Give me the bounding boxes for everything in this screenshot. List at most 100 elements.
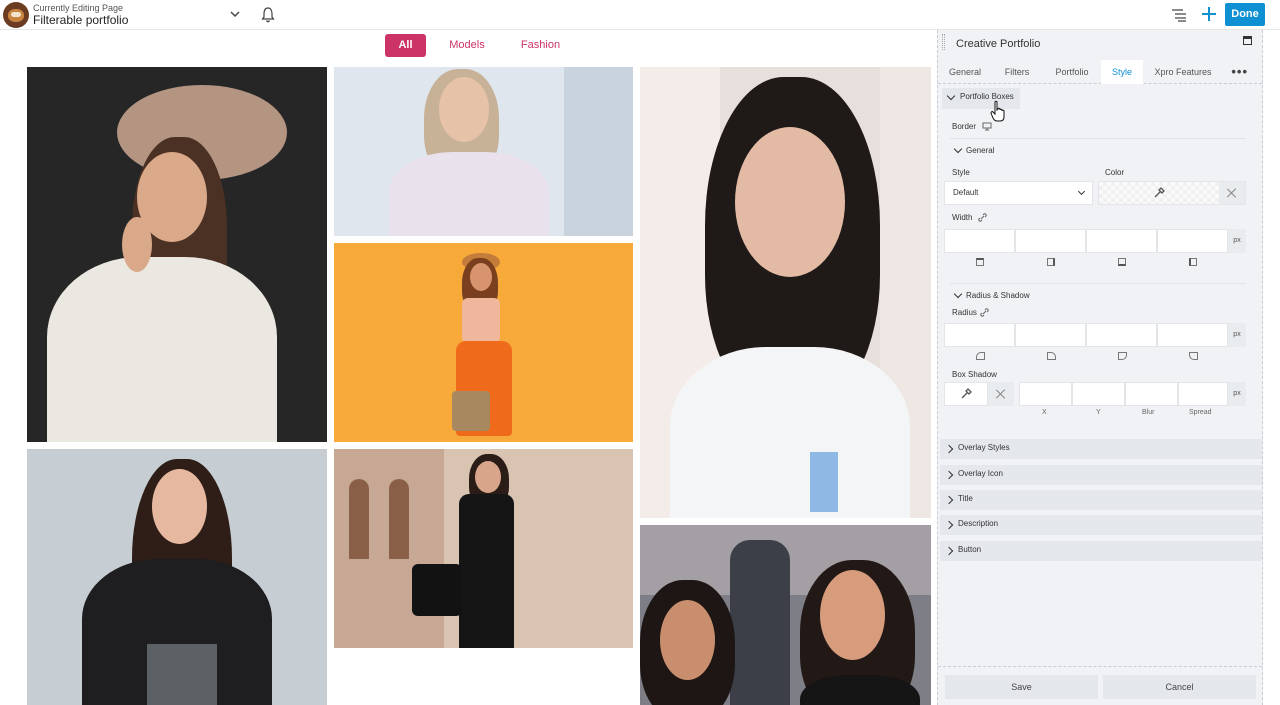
radius-top-right-input[interactable] <box>1015 323 1086 347</box>
radius-top-left-input[interactable] <box>944 323 1015 347</box>
beaver-logo-icon[interactable] <box>3 2 29 28</box>
close-icon <box>996 389 1006 399</box>
portfolio-image[interactable] <box>640 67 931 518</box>
border-top-icon <box>976 258 984 266</box>
top-bar: Currently Editing Page Filterable portfo… <box>0 0 1280 30</box>
portfolio-image[interactable] <box>27 449 327 705</box>
corner-bottom-left-icon <box>1189 352 1198 360</box>
tab-general[interactable]: General <box>944 60 986 84</box>
editing-label: Currently Editing Page <box>33 3 124 13</box>
radius-label: Radius <box>952 308 977 317</box>
minimize-icon[interactable] <box>1243 36 1252 45</box>
section-label: Overlay Icon <box>958 469 1003 478</box>
caret-right-icon <box>944 470 954 480</box>
color-label: Color <box>1105 168 1125 177</box>
width-label: Width <box>952 213 973 222</box>
style-label: Style <box>952 168 970 177</box>
portfolio-image[interactable] <box>334 243 633 442</box>
tab-filters[interactable]: Filters <box>998 60 1036 84</box>
unit-label[interactable]: px <box>1228 323 1246 347</box>
caret-right-icon <box>944 495 954 505</box>
section-portfolio-boxes[interactable]: Portfolio Boxes <box>942 88 1020 109</box>
link-icon[interactable] <box>980 308 989 317</box>
corner-bottom-right-icon <box>1118 352 1127 360</box>
shadow-blur-label: Blur <box>1142 409 1155 416</box>
more-options-icon[interactable]: ••• <box>1231 64 1248 79</box>
shadow-x-label: X <box>1042 409 1047 416</box>
select-value: Default <box>953 188 979 197</box>
border-right-icon <box>1047 258 1055 266</box>
caret-right-icon <box>944 520 954 530</box>
section-label: Button <box>958 545 982 554</box>
box-shadow-label: Box Shadow <box>952 370 997 379</box>
caret-down-icon <box>946 91 956 101</box>
shadow-y-input[interactable] <box>1072 382 1125 406</box>
shadow-spread-label: Spread <box>1189 409 1212 416</box>
border-width-top-input[interactable] <box>944 229 1015 253</box>
filter-fashion[interactable]: Fashion <box>512 34 569 57</box>
eyedropper-icon[interactable] <box>960 388 972 400</box>
outline-icon[interactable] <box>1171 8 1187 22</box>
radius-bottom-right-input[interactable] <box>1086 323 1157 347</box>
portfolio-image[interactable] <box>334 449 633 648</box>
border-width-bottom-input[interactable] <box>1086 229 1157 253</box>
border-style-select[interactable]: Default <box>944 181 1093 205</box>
corner-top-right-icon <box>1047 352 1056 360</box>
clear-color-button[interactable] <box>1219 182 1245 204</box>
bell-icon[interactable] <box>261 7 275 23</box>
save-button[interactable]: Save <box>945 675 1098 699</box>
border-width-left-input[interactable] <box>1157 229 1228 253</box>
portfolio-image[interactable] <box>334 67 633 236</box>
panel-title: Creative Portfolio <box>956 38 1041 50</box>
panel-tabs: General Filters Portfolio Style Xpro Fea… <box>938 60 1262 84</box>
portfolio-image[interactable] <box>27 67 327 442</box>
tab-style[interactable]: Style <box>1101 60 1143 84</box>
radius-bottom-left-input[interactable] <box>1157 323 1228 347</box>
filter-all[interactable]: All <box>385 34 426 57</box>
drag-handle-icon[interactable] <box>942 34 945 50</box>
filter-models[interactable]: Models <box>441 34 493 57</box>
unit-label[interactable]: px <box>1228 229 1246 253</box>
divider <box>938 666 1262 667</box>
page-selector[interactable]: Currently Editing Page Filterable portfo… <box>33 3 128 27</box>
eyedropper-icon[interactable] <box>1153 187 1165 199</box>
shadow-y-label: Y <box>1096 409 1101 416</box>
link-icon[interactable] <box>978 213 987 222</box>
unit-label[interactable]: px <box>1228 382 1246 406</box>
section-button[interactable]: Button <box>940 541 1262 562</box>
border-bottom-icon <box>1118 258 1126 266</box>
divider <box>950 283 1246 284</box>
caret-down-icon[interactable] <box>953 289 963 299</box>
shadow-color-picker[interactable] <box>944 382 988 406</box>
cancel-button[interactable]: Cancel <box>1103 675 1256 699</box>
shadow-spread-input[interactable] <box>1178 382 1228 406</box>
shadow-x-input[interactable] <box>1019 382 1072 406</box>
monitor-icon[interactable] <box>982 122 992 131</box>
general-subsection-label: General <box>966 146 995 155</box>
border-width-right-input[interactable] <box>1015 229 1086 253</box>
caret-right-icon <box>944 444 954 454</box>
clear-shadow-color-button[interactable] <box>988 382 1014 406</box>
hand-cursor-icon <box>990 100 1005 122</box>
section-overlay-styles[interactable]: Overlay Styles <box>940 439 1262 460</box>
section-overlay-icon[interactable]: Overlay Icon <box>940 465 1262 486</box>
tab-portfolio[interactable]: Portfolio <box>1050 60 1094 84</box>
corner-top-left-icon <box>976 352 985 360</box>
tab-xpro-features[interactable]: Xpro Features <box>1152 60 1214 84</box>
chevron-down-icon[interactable] <box>229 8 241 20</box>
add-icon[interactable] <box>1201 6 1217 22</box>
portfolio-image[interactable] <box>640 525 931 705</box>
page-title: Filterable portfolio <box>33 13 129 27</box>
border-left-icon <box>1189 258 1197 266</box>
divider <box>950 138 1246 139</box>
section-title[interactable]: Title <box>940 490 1262 511</box>
chevron-down-icon <box>1077 187 1086 196</box>
radius-shadow-subsection-label: Radius & Shadow <box>966 291 1030 300</box>
shadow-blur-input[interactable] <box>1125 382 1178 406</box>
caret-right-icon <box>944 546 954 556</box>
section-label: Description <box>958 519 999 528</box>
caret-down-icon[interactable] <box>953 144 963 154</box>
done-button[interactable]: Done <box>1225 3 1265 26</box>
border-color-picker[interactable] <box>1098 181 1246 205</box>
section-description[interactable]: Description <box>940 515 1262 536</box>
